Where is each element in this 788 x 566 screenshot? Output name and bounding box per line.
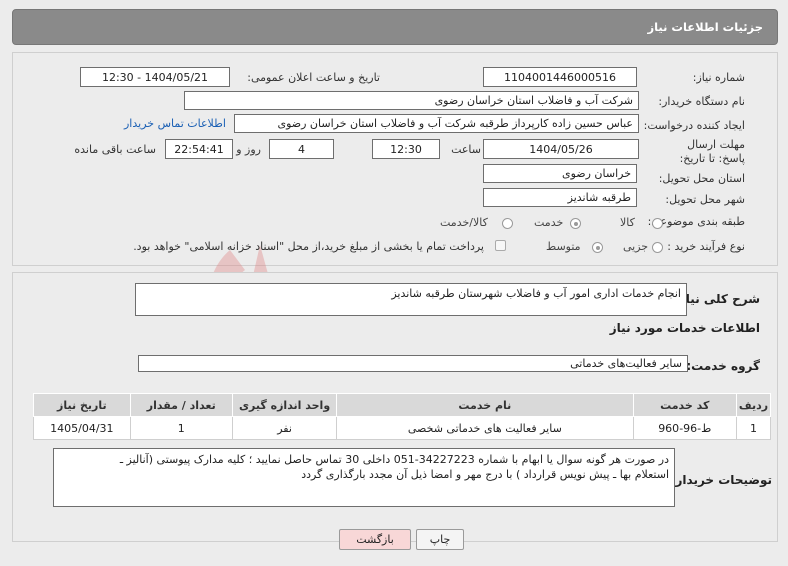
category-radio-service[interactable]: [570, 218, 581, 229]
buyer-notes-line-1: در صورت هر گونه سوال یا ابهام با شماره 3…: [119, 453, 669, 466]
creator-field: عباس حسین زاده کارپرداز طرقبه شرکت آب و …: [234, 114, 639, 133]
buyer-org-field: شرکت آب و فاضلاب استان خراسان رضوی: [184, 91, 639, 110]
back-button[interactable]: بازگشت: [339, 529, 411, 550]
days-field: 4: [269, 139, 334, 159]
page-title-bar: جزئیات اطلاعات نیاز: [12, 9, 778, 45]
summary-text: انجام خدمات اداری امور آب و فاضلاب شهرست…: [391, 287, 681, 300]
process-option-minor: جزیی: [623, 240, 649, 253]
announce-datetime-field: 1404/05/21 - 12:30: [80, 67, 230, 87]
process-option-medium: متوسط: [546, 240, 581, 253]
need-number-label: شماره نیاز:: [692, 71, 745, 84]
remaining-time-label: ساعت باقی مانده: [74, 143, 156, 156]
announce-datetime-value: 1404/05/21 - 12:30: [101, 71, 209, 84]
service-group-field: سایر فعالیت‌های خدماتی: [138, 355, 688, 372]
print-button[interactable]: چاپ: [416, 529, 464, 550]
cell-unit: نفر: [231, 416, 338, 440]
buyer-notes-textarea[interactable]: در صورت هر گونه سوال یا ابهام با شماره 3…: [53, 448, 675, 507]
deadline-label: مهلت ارسال پاسخ: تا تاریخ:: [679, 138, 745, 165]
col-service-code: کد خدمت: [632, 393, 738, 417]
remaining-time-value: 22:54:41: [174, 143, 224, 156]
treasury-note: پرداخت تمام یا بخشی از مبلغ خرید،از محل …: [133, 240, 484, 253]
process-radio-minor[interactable]: [652, 242, 663, 253]
creator-value: عباس حسین زاده کارپرداز طرقبه شرکت آب و …: [277, 117, 633, 130]
services-table-header: تاریخ نیاز تعداد / مقدار واحد اندازه گیر…: [33, 393, 771, 417]
city-field: طرقبه شاندیز: [483, 188, 637, 207]
col-row: ردیف: [736, 393, 771, 417]
cell-quantity: 1: [129, 416, 233, 440]
buyer-notes-label: توضیحات خریدار:: [670, 473, 772, 487]
province-value: خراسان رضوی: [561, 167, 631, 180]
category-option-goods-service: کالا/خدمت: [440, 216, 488, 229]
col-quantity: تعداد / مقدار: [129, 393, 233, 417]
province-field: خراسان رضوی: [483, 164, 637, 183]
buyer-notes-line-2: استعلام بها ـ پیش نویس قرارداد ) با درج …: [301, 468, 669, 481]
cell-service-code: ط-96-960: [632, 416, 738, 440]
table-row: 1405/04/31 1 نفر سایر فعالیت های خدماتی …: [33, 416, 771, 440]
category-option-goods: کالا: [620, 216, 635, 229]
deadline-time-field: 12:30: [372, 139, 440, 159]
category-radio-goods[interactable]: [652, 218, 663, 229]
buyer-org-label: نام دستگاه خریدار:: [658, 95, 745, 108]
summary-textarea[interactable]: انجام خدمات اداری امور آب و فاضلاب شهرست…: [135, 283, 687, 316]
cell-service-name: سایر فعالیت های خدماتی شخصی: [336, 416, 634, 440]
buyer-org-value: شرکت آب و فاضلاب استان خراسان رضوی: [434, 94, 633, 107]
service-group-label: گروه خدمت:: [686, 359, 760, 373]
deadline-time-value: 12:30: [390, 143, 422, 156]
buyer-contact-link[interactable]: اطلاعات تماس خریدار: [124, 117, 226, 130]
category-option-service: خدمت: [534, 216, 564, 229]
city-value: طرقبه شاندیز: [567, 191, 631, 204]
deadline-date-value: 1404/05/26: [529, 143, 593, 156]
days-value: 4: [298, 143, 305, 156]
services-table: تاریخ نیاز تعداد / مقدار واحد اندازه گیر…: [33, 393, 771, 440]
col-unit: واحد اندازه گیری: [231, 393, 338, 417]
treasury-checkbox[interactable]: [495, 240, 506, 251]
services-section-title: اطلاعات خدمات مورد نیاز: [609, 321, 760, 335]
page-title: جزئیات اطلاعات نیاز: [647, 20, 763, 34]
days-label: روز و: [236, 143, 261, 156]
deadline-time-label: ساعت: [451, 143, 481, 156]
creator-label: ایجاد کننده درخواست:: [643, 119, 745, 132]
process-type-label: نوع فرآیند خرید :: [667, 240, 745, 253]
cell-row: 1: [736, 416, 771, 440]
announce-datetime-label: تاریخ و ساعت اعلان عمومی:: [247, 71, 380, 84]
category-radio-goods-service[interactable]: [502, 218, 513, 229]
province-label: استان محل تحویل:: [658, 172, 745, 185]
city-label: شهر محل تحویل:: [665, 193, 745, 206]
deadline-date-field: 1404/05/26: [483, 139, 639, 159]
col-need-date: تاریخ نیاز: [33, 393, 131, 417]
need-number-value: 1104001446000516: [504, 71, 616, 84]
service-group-value: سایر فعالیت‌های خدماتی: [570, 357, 682, 370]
need-number-field: 1104001446000516: [483, 67, 637, 87]
remaining-time-field: 22:54:41: [165, 139, 233, 159]
col-service-name: نام خدمت: [336, 393, 634, 417]
cell-need-date: 1405/04/31: [33, 416, 131, 440]
process-radio-medium[interactable]: [592, 242, 603, 253]
